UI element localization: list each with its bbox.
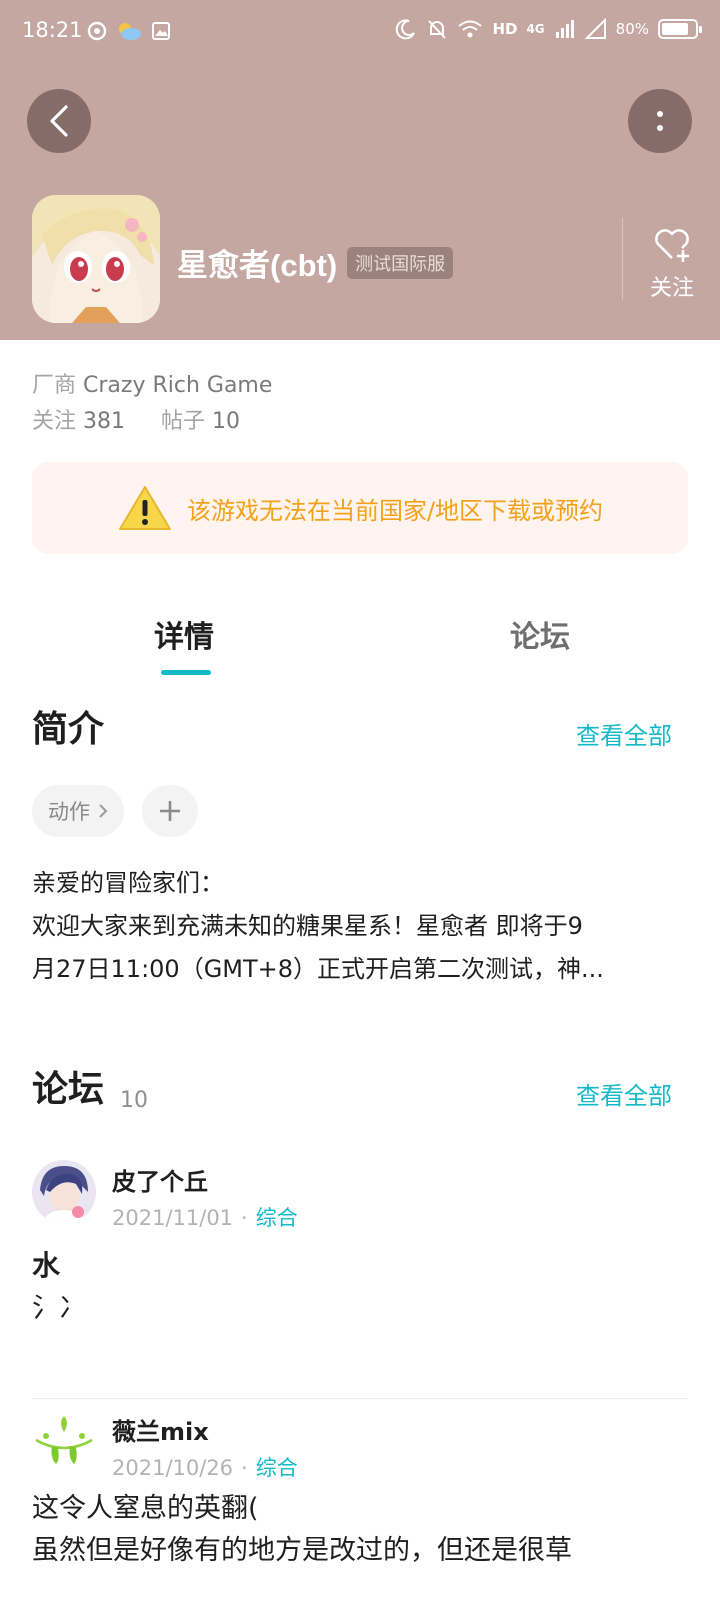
post-divider <box>32 1398 688 1399</box>
tab-forum[interactable]: 论坛 <box>510 612 570 656</box>
post-date: 2021/11/01 <box>112 1206 234 1230</box>
more-dots-icon <box>657 111 663 131</box>
post-body: 这令人窒息的英翻( 虽然但是好像有的地方是改过的，但还是很草 <box>32 1488 692 1572</box>
posts-label: 帖子 <box>161 409 206 434</box>
intro-title: 简介 <box>32 709 105 750</box>
forum-post[interactable]: 皮了个丘 2021/11/01 · 综合 水 氵冫 <box>32 1160 688 1360</box>
more-options-button[interactable] <box>628 89 692 153</box>
game-header: 18:21 HD 4G 80% 星愈者(cbt) 测试国际服 关注 <box>0 0 720 340</box>
wifi-icon <box>457 18 483 40</box>
developer-row: 厂商 Crazy Rich Game <box>32 368 272 404</box>
tag-label: 动作 <box>48 800 90 824</box>
battery-icon <box>658 19 702 39</box>
posts-count: 10 <box>212 409 241 434</box>
post-date: 2021/10/26 <box>112 1456 234 1480</box>
status-time: 18:21 <box>22 18 83 42</box>
sync-icon <box>86 20 108 42</box>
follow-label: 关注 <box>649 276 694 301</box>
plus-icon <box>160 801 180 821</box>
tag-chip[interactable]: 动作 <box>32 785 124 837</box>
intro-line: 欢迎大家来到充满未知的糖果星系！星愈者 即将于9 <box>32 912 583 940</box>
game-icon[interactable] <box>32 195 160 323</box>
server-badge: 测试国际服 <box>347 246 454 279</box>
forum-post-count: 10 <box>120 1088 148 1113</box>
developer-name: Crazy Rich Game <box>83 373 273 398</box>
tab-details[interactable]: 详情 <box>154 612 214 656</box>
post-body-line: 这令人窒息的英翻( <box>32 1493 259 1524</box>
game-info: 厂商 Crazy Rich Game 关注 381 帖子 10 <box>32 368 272 440</box>
weather-icon <box>116 20 142 42</box>
follow-button[interactable]: 关注 <box>640 226 704 302</box>
battery-percent: 80% <box>615 20 649 38</box>
stats-row: 关注 381 帖子 10 <box>32 404 272 440</box>
followers-count: 381 <box>83 409 126 434</box>
intro-text[interactable]: 亲爱的冒险家们： 欢迎大家来到充满未知的糖果星系！星愈者 即将于9 月27日11… <box>32 862 682 991</box>
post-title: 水 <box>32 1249 61 1282</box>
post-category[interactable]: 综合 <box>256 1456 298 1480</box>
game-title-row: 星愈者(cbt) 测试国际服 <box>177 240 454 285</box>
heart-plus-icon <box>655 229 689 262</box>
post-body-line: 虽然但是好像有的地方是改过的，但还是很草 <box>32 1535 572 1566</box>
avatar[interactable] <box>32 1160 96 1224</box>
signal-icon <box>554 18 576 40</box>
header-divider <box>622 218 623 300</box>
game-name: 星愈者(cbt) <box>177 248 338 283</box>
status-right-icons: HD 4G 80% <box>395 17 702 40</box>
hd-icon: HD <box>492 20 518 38</box>
post-author[interactable]: 薇兰mix <box>112 1412 209 1447</box>
chevron-right-icon <box>99 804 108 818</box>
post-meta: 2021/10/26 · 综合 <box>112 1456 298 1480</box>
intro-line: 亲爱的冒险家们： <box>32 869 224 897</box>
warning-icon <box>118 486 171 530</box>
intro-see-all-link[interactable]: 查看全部 <box>576 716 672 751</box>
network-type: 4G <box>526 22 545 36</box>
back-arrow-icon <box>50 105 68 137</box>
region-warning: 该游戏无法在当前国家/地区下载或预约 <box>32 462 688 554</box>
add-tag-button[interactable] <box>142 785 198 837</box>
warning-text: 该游戏无法在当前国家/地区下载或预约 <box>186 496 604 525</box>
forum-see-all-link[interactable]: 查看全部 <box>576 1076 672 1111</box>
active-tab-indicator <box>161 670 211 675</box>
forum-post[interactable]: 薇兰mix 2021/10/26 · 综合 这令人窒息的英翻( 虽然但是好像有的地方… <box>32 1410 688 1600</box>
status-bar: 18:21 HD 4G 80% <box>0 0 720 66</box>
status-left-icons <box>86 20 172 42</box>
back-button[interactable] <box>27 89 91 153</box>
developer-label: 厂商 <box>32 373 77 398</box>
image-icon <box>150 20 172 42</box>
post-body: 氵冫 <box>32 1293 86 1324</box>
intro-line: 月27日11:00（GMT+8）正式开启第二次测试，神... <box>32 955 604 983</box>
muted-bell-icon <box>426 18 448 40</box>
post-meta: 2021/11/01 · 综合 <box>112 1206 298 1230</box>
do-not-disturb-moon-icon <box>395 18 417 40</box>
post-category[interactable]: 综合 <box>256 1206 298 1230</box>
signal-empty-icon <box>584 17 607 40</box>
followers-label: 关注 <box>32 409 77 434</box>
post-author[interactable]: 皮了个丘 <box>112 1162 208 1197</box>
forum-title: 论坛 <box>32 1069 105 1110</box>
avatar[interactable] <box>32 1410 96 1474</box>
